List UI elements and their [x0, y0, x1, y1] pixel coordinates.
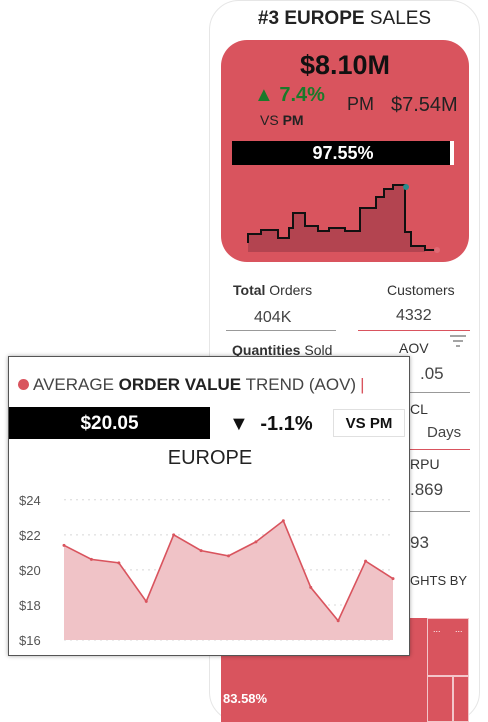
text-cursor-icon: |: [360, 375, 365, 394]
aov-delta: ▼ -1.1%: [229, 413, 313, 436]
sales-sparkline: [247, 184, 440, 253]
aov-point: [281, 519, 285, 523]
vs-bold: PM: [282, 112, 304, 128]
treemap-cell[interactable]: [427, 676, 453, 722]
vs-prefix: VS: [260, 112, 279, 128]
treemap-percent: 83.58%: [223, 691, 268, 706]
orders-underline: [226, 330, 336, 331]
title-suffix: SALES: [369, 8, 432, 29]
sales-value: $8.10M: [299, 50, 391, 80]
cl-label: CL: [410, 401, 428, 417]
aov-value-box: $20.05: [9, 407, 210, 439]
rpu-label: RPU: [410, 456, 440, 472]
insights-label: GHTS BY: [410, 573, 468, 588]
y-tick-label: $20: [19, 563, 41, 578]
title-bold: ORDER VALUE: [118, 375, 242, 394]
title-post: TREND (AOV): [245, 375, 357, 394]
filter-icon[interactable]: [450, 334, 466, 348]
treemap-cell[interactable]: [453, 676, 469, 722]
aov-area: [64, 520, 393, 640]
customers-label: Customers: [387, 282, 455, 298]
y-tick-label: $22: [19, 528, 41, 543]
chart-title: EUROPE: [167, 447, 253, 469]
aov-point: [336, 619, 340, 623]
progress-bar: 97.55%: [232, 141, 454, 165]
down-triangle-icon: ▼: [229, 413, 249, 435]
aov-label: AOV: [399, 340, 429, 356]
vs-label: VS PM: [260, 112, 304, 128]
prev-month-value: $7.54M: [391, 94, 458, 116]
delta-up: ▲ 7.4%: [254, 84, 325, 107]
customers-value: 4332: [396, 307, 432, 324]
title-pre: AVERAGE: [33, 375, 114, 394]
y-tick-label: $16: [19, 633, 41, 648]
total-orders-value: 404K: [254, 309, 292, 326]
aov-tooltip: AVERAGE ORDER VALUE TREND (AOV) | $20.05 …: [8, 356, 410, 656]
aov-delta-value: -1.1%: [260, 413, 313, 435]
aov-point: [254, 540, 258, 544]
aov-point: [364, 559, 368, 563]
series-dot-icon: [18, 379, 29, 390]
aov-point: [172, 533, 176, 537]
aov-point: [227, 554, 230, 558]
treemap-cell-text: ...: [455, 624, 463, 634]
y-tick-label: $24: [19, 493, 41, 508]
aov-trend-chart: $16 $18 $20 $22 $24: [19, 493, 395, 648]
tooltip-title: AVERAGE ORDER VALUE TREND (AOV) |: [18, 375, 365, 395]
up-triangle-icon: ▲: [254, 84, 274, 106]
delta-value: 7.4%: [279, 84, 325, 106]
other-value: 93: [410, 533, 429, 552]
y-tick-label: $18: [19, 598, 41, 613]
rank-label: #3: [257, 8, 280, 29]
aov-point: [199, 549, 203, 553]
aov-point: [89, 557, 93, 561]
aov-value: .05: [420, 364, 444, 383]
total-orders-label: Total Orders: [233, 282, 312, 298]
treemap-cell-text: ...: [433, 624, 441, 634]
customers-underline: [358, 330, 470, 331]
total-orders-label-bold: Total: [233, 282, 266, 298]
cl-value: Days: [427, 424, 462, 441]
rpu-underline: [410, 511, 470, 512]
rpu-value: .869: [410, 480, 444, 499]
aov-point: [144, 599, 148, 603]
sales-kpi-panel[interactable]: $8.10M ▲ 7.4% VS PM PM $7.54M 97.55%: [221, 40, 469, 262]
pm-label: PM: [347, 94, 374, 114]
region-label: EUROPE: [284, 8, 365, 29]
aov-point: [391, 577, 395, 581]
vs-pm-box: VS PM: [333, 409, 405, 437]
card-title: #3 EUROPE SALES: [209, 8, 480, 30]
aov-point: [62, 543, 66, 547]
cl-underline: [410, 449, 470, 450]
progress-label: 97.55%: [312, 143, 374, 163]
total-orders-label-text: Orders: [269, 282, 313, 298]
aov-point: [309, 585, 313, 589]
aov-point: [117, 561, 121, 565]
